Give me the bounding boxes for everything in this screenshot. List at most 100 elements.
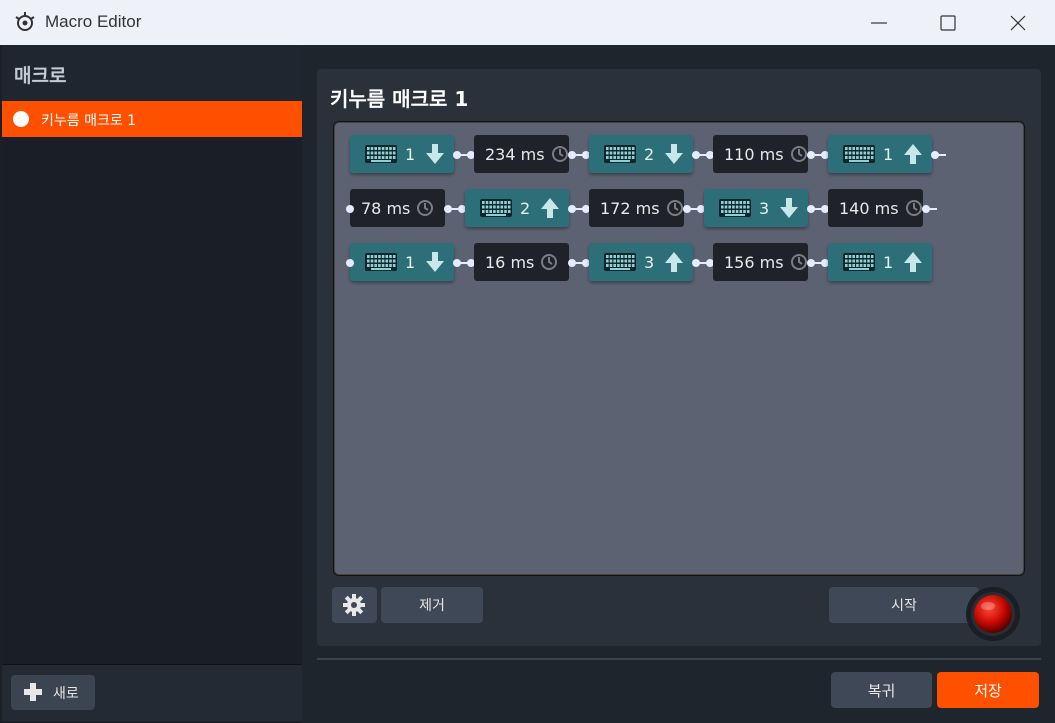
connector-dot [346,205,354,213]
connector-dot [568,259,576,267]
keyboard-icon [365,253,397,271]
connector-dot [931,151,939,159]
close-button[interactable] [983,0,1053,45]
key-label: 1 [883,252,894,272]
delay-node[interactable]: 16 ms [474,243,569,281]
keyboard-icon [480,199,512,217]
arrow-up-icon [665,252,684,272]
key-down-node[interactable]: 3 [704,189,808,227]
delay-label: 234 ms [485,144,545,164]
keyboard-icon [365,145,397,163]
arrow-up-icon [904,252,923,272]
new-macro-button[interactable]: 새로 [11,675,95,710]
arrow-up-icon [541,198,560,218]
main-area: 키누름 매크로 1 1 234 ms 2 110 ms 1 78 ms 2 172 ms 3 14… [302,45,1055,723]
delay-label: 110 ms [724,144,784,164]
key-label: 2 [520,198,531,218]
key-label: 3 [759,198,770,218]
delay-label: 172 ms [600,198,660,218]
delay-node[interactable]: 78 ms [350,189,445,227]
keyboard-icon [604,253,636,271]
start-recording-button[interactable]: 시작 [829,587,979,623]
arrow-down-icon [665,144,684,164]
save-button[interactable]: 저장 [937,672,1039,708]
delay-node[interactable]: 110 ms [713,135,808,173]
sidebar: 매크로 키누름 매크로 1 새로 [2,45,302,721]
delay-node[interactable]: 156 ms [713,243,808,281]
connector-dot [692,151,700,159]
arrow-down-icon [780,198,799,218]
clock-icon [790,146,807,162]
arrow-up-icon [904,144,923,164]
clock-icon [417,200,434,216]
connector-dot [568,151,576,159]
sidebar-header: 매크로 [2,45,302,101]
key-label: 1 [405,144,416,164]
remove-button[interactable]: 제거 [381,587,483,623]
sidebar-title: 매크로 [14,65,67,87]
new-macro-label: 새로 [53,686,79,702]
keyboard-icon [843,145,875,163]
key-up-node[interactable]: 1 [828,135,932,173]
delay-label: 156 ms [724,252,784,272]
key-down-node[interactable]: 1 [350,135,454,173]
key-down-node[interactable]: 1 [350,243,454,281]
delay-label: 78 ms [361,198,411,218]
connector-dot [683,205,691,213]
plus-icon [24,683,42,701]
connector-dot [807,259,815,267]
sidebar-footer: 새로 [2,664,302,721]
key-up-node[interactable]: 3 [589,243,693,281]
window-title: Macro Editor [45,12,142,31]
footer-divider [317,658,1041,660]
key-down-node[interactable]: 2 [589,135,693,173]
revert-button[interactable]: 복귀 [831,672,932,708]
record-icon [966,587,1020,641]
maximize-icon [940,14,956,31]
clock-icon [790,254,807,270]
delay-node[interactable]: 140 ms [828,189,923,227]
keyboard-icon [843,253,875,271]
macro-title: 키누름 매크로 1 [330,87,469,111]
connector-dot [807,205,815,213]
steelseries-logo-icon [15,12,35,31]
gear-icon [343,594,365,616]
connector-dot [346,259,354,267]
clock-icon [551,146,568,162]
key-label: 1 [883,144,894,164]
connector-dot [444,205,452,213]
connector-dot [807,151,815,159]
arrow-down-icon [426,252,445,272]
delay-label: 140 ms [839,198,899,218]
key-label: 1 [405,252,416,272]
editor-panel: 키누름 매크로 1 1 234 ms 2 110 ms 1 78 ms 2 172 ms 3 14… [317,69,1041,646]
key-up-node[interactable]: 1 [828,243,932,281]
minimize-icon [871,21,887,24]
clock-icon [666,200,683,216]
maximize-button[interactable] [913,0,983,45]
connector-dot [453,151,461,159]
connector-dot [692,259,700,267]
minimize-button[interactable] [844,0,914,45]
key-label: 2 [644,144,655,164]
delay-node[interactable]: 234 ms [474,135,569,173]
connector-dot [568,205,576,213]
clock-icon [905,200,922,216]
keyboard-icon [719,199,751,217]
key-label: 3 [644,252,655,272]
clock-icon [541,254,558,270]
delay-label: 16 ms [485,252,535,272]
settings-button[interactable] [332,587,377,623]
keyboard-icon [604,145,636,163]
macro-canvas[interactable]: 1 234 ms 2 110 ms 1 78 ms 2 172 ms 3 140 ms 1 16 ms… [333,121,1025,576]
key-up-node[interactable]: 2 [465,189,569,227]
connector-dot [922,205,930,213]
arrow-down-icon [426,144,445,164]
macro-list-item[interactable]: 키누름 매크로 1 [2,101,302,137]
delay-node[interactable]: 172 ms [589,189,684,227]
close-icon [1010,15,1026,30]
record-button[interactable] [961,579,1025,643]
title-bar: Macro Editor [0,0,1055,45]
selected-dot-icon [13,111,29,127]
connector-dot [453,259,461,267]
